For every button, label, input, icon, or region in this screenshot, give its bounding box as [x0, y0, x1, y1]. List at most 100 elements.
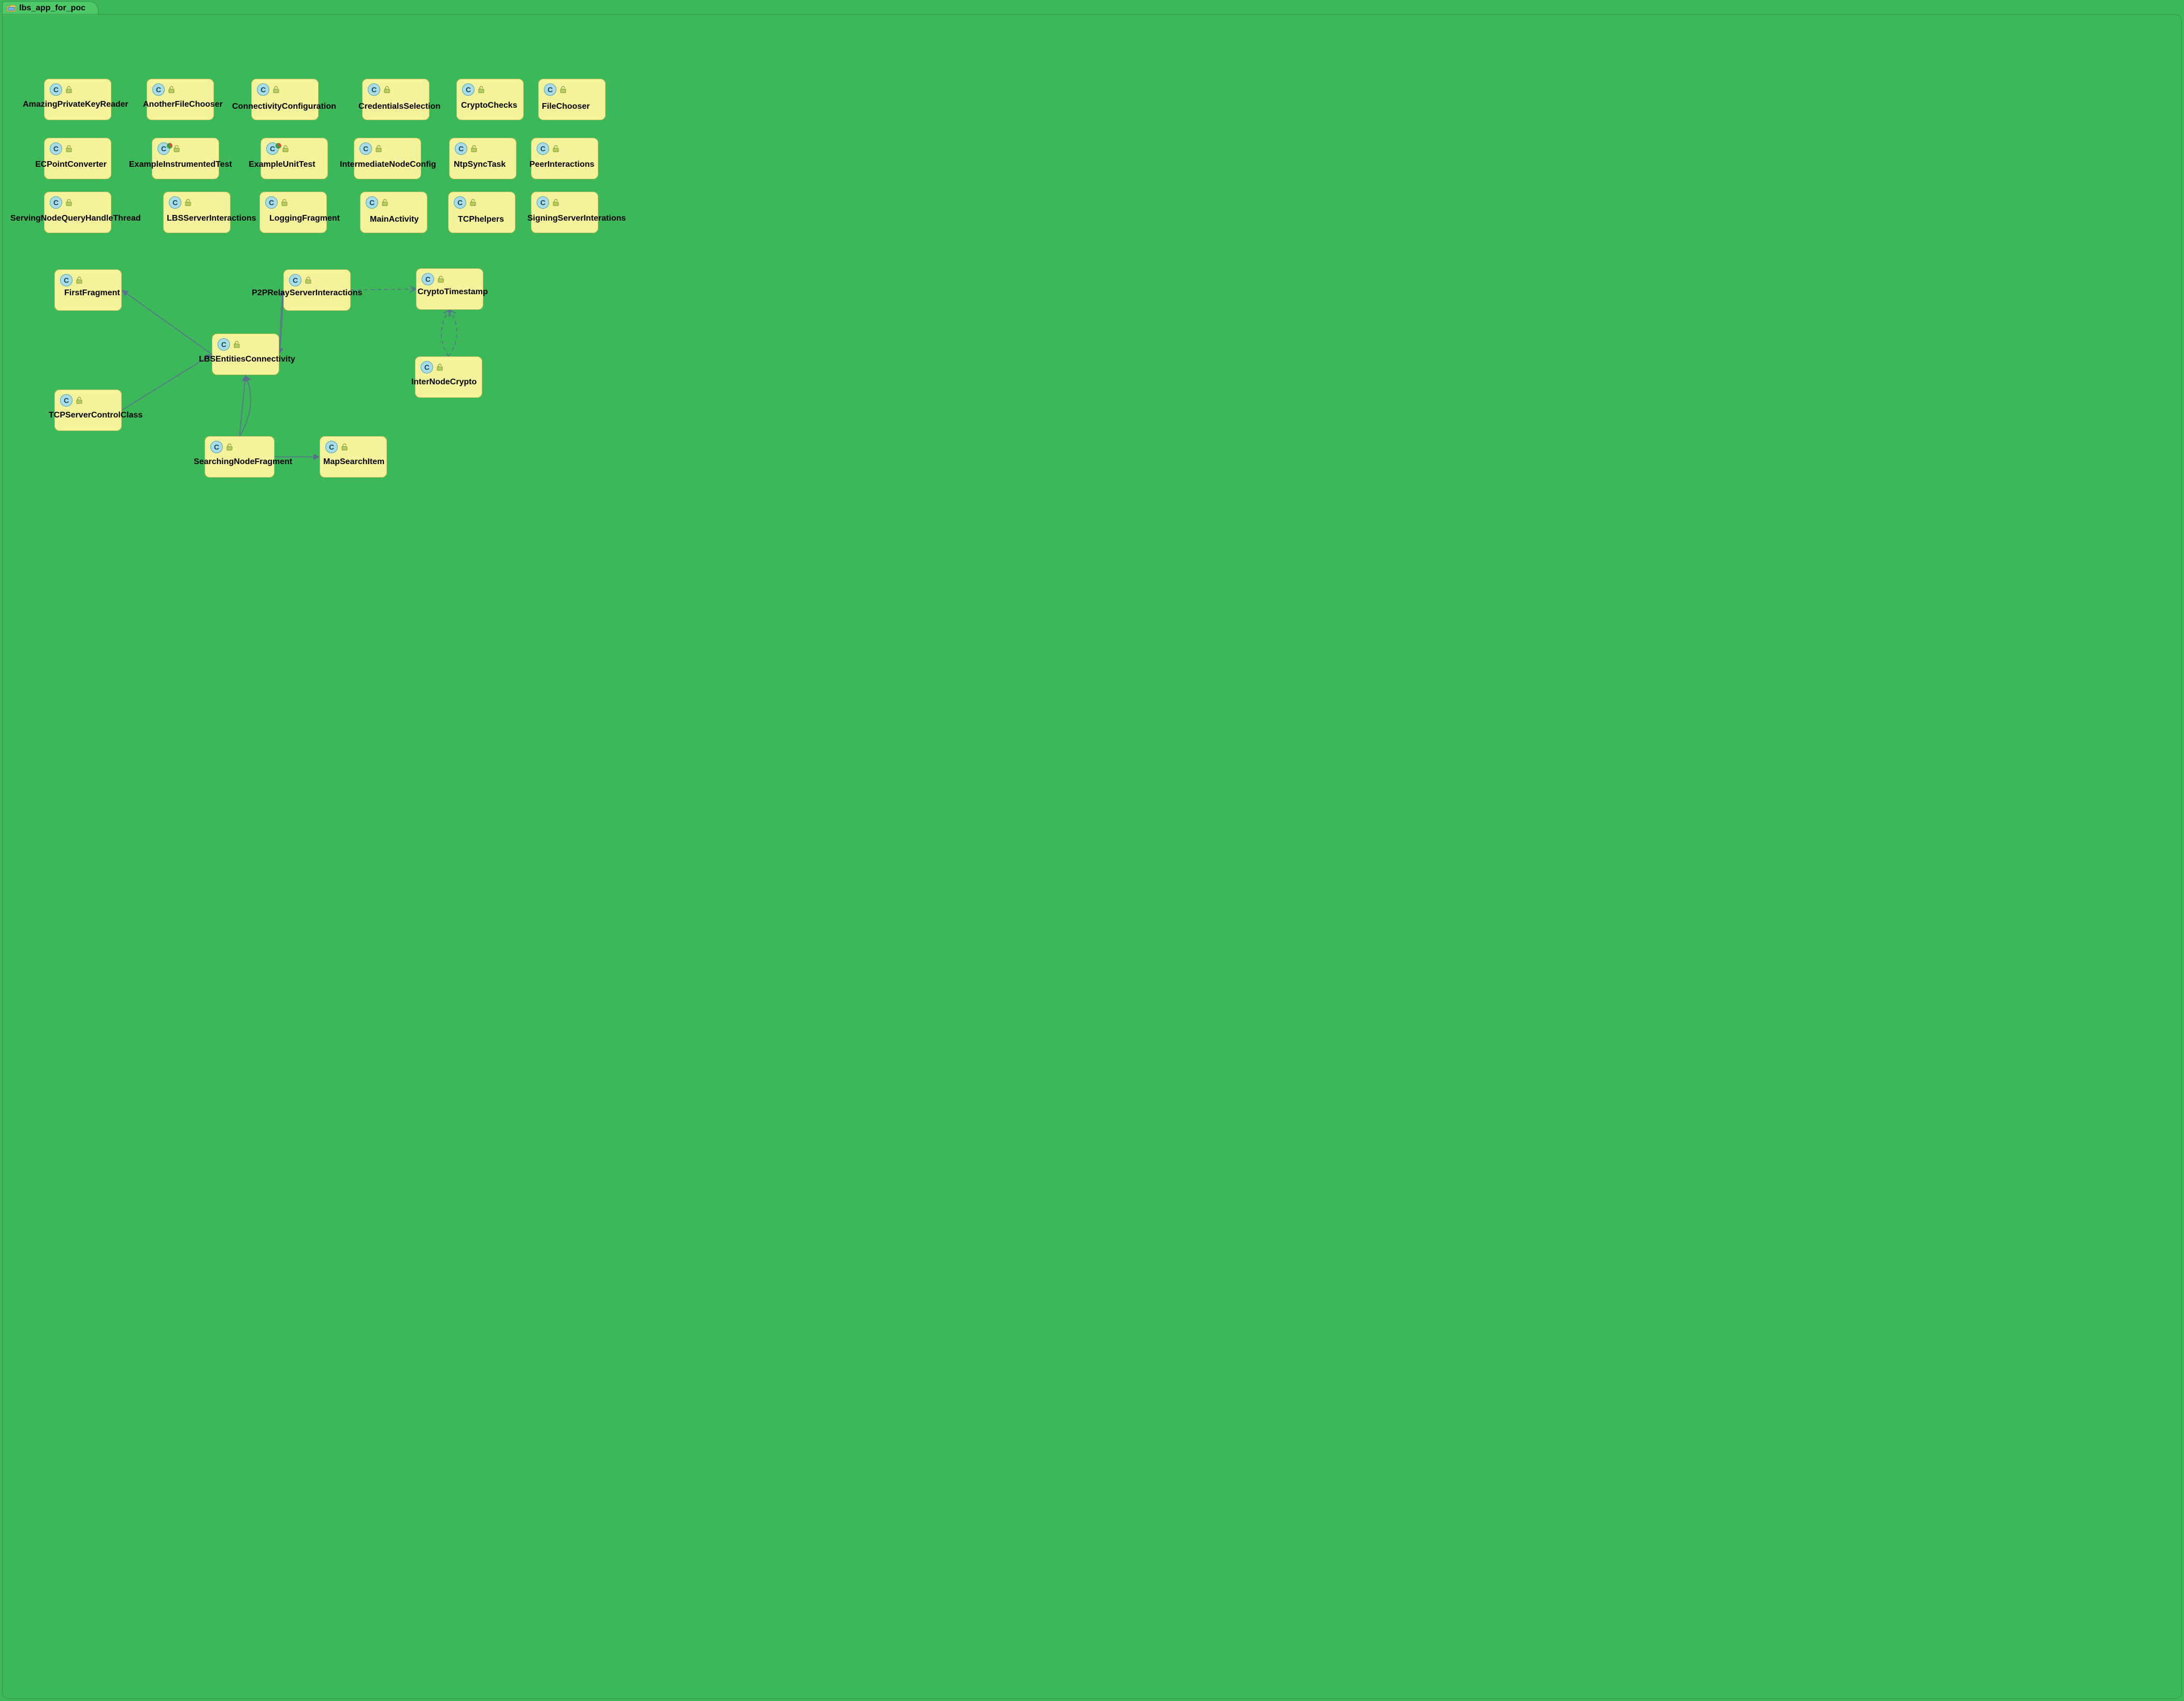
class-icon: C [422, 273, 434, 285]
class-node-LBSEntitiesConnectivity[interactable]: CLBSEntitiesConnectivity [212, 334, 279, 375]
class-node-TCPServerControlClass[interactable]: CTCPServerControlClass [54, 390, 122, 431]
class-icon: C [218, 338, 230, 351]
class-node-SearchingNodeFragment[interactable]: CSearchingNodeFragment [205, 436, 275, 478]
class-node-FileChooser[interactable]: C FileChooser [538, 79, 606, 120]
class-node-LoggingFragment[interactable]: CLoggingFragment [260, 192, 327, 233]
class-node-NtpSyncTask[interactable]: CNtpSyncTask [449, 138, 516, 179]
dependency-edges [3, 15, 2181, 1698]
class-label: CryptoTimestamp [418, 287, 488, 297]
class-node-AmazingPrivateKeyReader[interactable]: CAmazingPrivateKeyReader [44, 79, 111, 120]
class-icon: C [368, 83, 380, 96]
unlock-icon [282, 145, 289, 152]
package-panel: CAmazingPrivateKeyReaderCAnotherFileChoo… [2, 14, 2182, 1699]
class-node-P2PRelayServerInteractions[interactable]: CP2PRelayServerInteractions [283, 269, 351, 311]
dependency-arrow [279, 290, 283, 354]
dependency-arrow [240, 375, 246, 436]
class-node-ECPointConverter[interactable]: CECPointConverter [44, 138, 111, 179]
class-node-ConnectivityConfiguration[interactable]: CConnectivityConfiguration [251, 79, 319, 120]
class-node-SigningServerInterations[interactable]: CSigningServerInterations [531, 192, 598, 233]
class-label: AmazingPrivateKeyReader [23, 100, 128, 109]
dependency-arrow [240, 375, 251, 436]
class-label: LBSEntitiesConnectivity [199, 355, 295, 364]
class-node-ExampleInstrumentedTest[interactable]: CExampleInstrumentedTest [152, 138, 219, 179]
class-icon: C [454, 196, 466, 209]
unlock-icon [233, 341, 240, 348]
class-label: LBSServerInteractions [167, 214, 256, 223]
class-icon: C [265, 196, 278, 209]
class-icon: C [266, 142, 279, 155]
class-label: PeerInteractions [529, 160, 594, 169]
class-label: NtpSyncTask [454, 160, 506, 169]
unlock-icon [76, 397, 83, 404]
unlock-icon [65, 145, 73, 152]
class-node-CredentialsSelection[interactable]: CCredentialsSelection [362, 79, 429, 120]
class-label: FirstFragment [64, 289, 120, 298]
unlock-icon [375, 145, 382, 152]
unlock-icon [281, 199, 288, 206]
unlock-icon [65, 199, 73, 206]
unlock-icon [552, 145, 559, 152]
class-label: ExampleInstrumentedTest [129, 160, 232, 169]
class-node-ExampleUnitTest[interactable]: CExampleUnitTest [261, 138, 328, 179]
class-icon: C [60, 274, 73, 286]
unlock-icon [341, 443, 348, 451]
unlock-icon [436, 364, 443, 371]
class-label: InterNodeCrypto [411, 378, 477, 387]
class-node-TCPhelpers[interactable]: C TCPhelpers [448, 192, 515, 233]
class-icon: C [360, 142, 372, 155]
class-node-FirstFragment[interactable]: C FirstFragment [54, 269, 122, 311]
unlock-icon [470, 145, 478, 152]
diagram-canvas: lbs_app_for_poc CAmazingPrivateKeyReader… [0, 0, 2184, 1701]
class-icon: C [421, 361, 433, 373]
class-node-CryptoChecks[interactable]: CCryptoChecks [456, 79, 524, 120]
unlock-icon [184, 199, 192, 206]
class-icon: C [50, 196, 62, 209]
unlock-icon [168, 86, 175, 93]
class-node-PeerInteractions[interactable]: CPeerInteractions [531, 138, 598, 179]
unlock-icon [383, 86, 391, 93]
unlock-icon [437, 276, 444, 283]
unlock-icon [559, 86, 567, 93]
test-marker-icon [276, 142, 281, 148]
class-icon: C [289, 274, 301, 286]
class-label: LoggingFragment [269, 214, 340, 223]
class-icon: C [60, 394, 73, 407]
class-icon: C [537, 196, 549, 209]
dependency-arrow [122, 354, 212, 410]
class-icon: C [50, 83, 62, 96]
class-node-ServingNodeQueryHandleThread[interactable]: CServingNodeQueryHandleThread [44, 192, 111, 233]
unlock-icon [65, 86, 73, 93]
class-icon: C [210, 441, 223, 453]
class-label: MapSearchItem [323, 457, 384, 467]
class-icon: C [462, 83, 475, 96]
unlock-icon [173, 145, 180, 152]
class-node-CryptoTimestamp[interactable]: CCryptoTimestamp [416, 268, 483, 310]
dependency-arrow [122, 290, 212, 354]
unlock-icon [272, 86, 280, 93]
class-node-IntermediateNodeConfig[interactable]: CIntermediateNodeConfig [354, 138, 421, 179]
class-node-MainActivity[interactable]: CMainActivity [360, 192, 427, 233]
package-tab[interactable]: lbs_app_for_poc [2, 1, 98, 15]
unlock-icon [226, 443, 233, 451]
dependency-arrow [441, 310, 450, 356]
class-label: SearchingNodeFragment [194, 457, 292, 467]
class-label: TCPhelpers [458, 215, 504, 224]
unlock-icon [76, 277, 83, 284]
class-label: IntermediateNodeConfig [340, 160, 436, 169]
dependency-arrow [279, 290, 283, 354]
class-node-InterNodeCrypto[interactable]: CInterNodeCrypto [415, 356, 482, 398]
class-icon: C [50, 142, 62, 155]
class-icon: C [157, 142, 170, 155]
class-node-LBSServerInteractions[interactable]: CLBSServerInteractions [163, 192, 231, 233]
class-label: ECPointConverter [35, 160, 107, 169]
unlock-icon [305, 277, 312, 284]
class-icon: C [544, 83, 556, 96]
folder-icon [7, 5, 16, 12]
class-label: P2PRelayServerInteractions [252, 289, 362, 298]
class-node-AnotherFileChooser[interactable]: CAnotherFileChooser [147, 79, 214, 120]
test-marker-icon [167, 142, 173, 148]
class-node-MapSearchItem[interactable]: CMapSearchItem [320, 436, 387, 478]
unlock-icon [478, 86, 485, 93]
class-label: SigningServerInterations [527, 214, 626, 223]
class-label: FileChooser [542, 102, 590, 111]
